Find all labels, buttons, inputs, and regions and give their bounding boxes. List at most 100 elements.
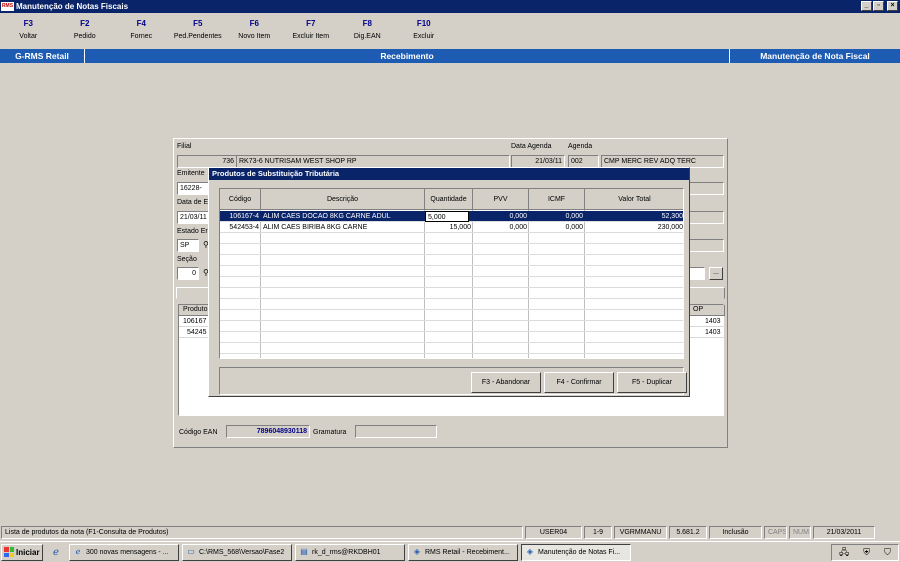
gramatura-label: Gramatura (313, 429, 347, 436)
confirmar-button[interactable]: F4 - Confirmar (544, 372, 614, 393)
data-extra-field (689, 211, 724, 224)
task-label: RMS Retail - Recebiment... (425, 548, 510, 556)
fkey-label: Excluir Item (292, 33, 330, 40)
abandonar-button[interactable]: F3 - Abandonar (471, 372, 541, 393)
col-header-codigo[interactable]: Código (220, 189, 261, 210)
table-row[interactable] (220, 277, 683, 288)
table-row[interactable] (220, 299, 683, 310)
fkey-key: F8 (362, 19, 372, 28)
cell-codigo: 542453-4 (229, 224, 259, 231)
status-user: USER04 (525, 525, 582, 539)
table-row[interactable] (220, 266, 683, 277)
fkey-key: F5 (193, 19, 203, 28)
gramatura-field[interactable] (355, 425, 437, 438)
task-manutencao[interactable]: ◈ Manutenção de Notas Fi... (521, 543, 631, 561)
cell-pvv: 0,000 (509, 224, 527, 231)
codigo-ean-field[interactable]: 7896048930118 (226, 425, 310, 438)
fkey-label: Excluir (413, 33, 435, 40)
duplicar-button[interactable]: F5 - Duplicar (617, 372, 687, 393)
status-caps: CAPS (764, 525, 787, 539)
window-title-bar: RMS Manutenção de Notas Fiscais _ ▫ × (0, 0, 900, 13)
cell-valor-total: 230,000 (657, 224, 683, 231)
grid-header-cfop: OP (689, 305, 725, 316)
maximize-button[interactable]: ▫ (873, 1, 884, 11)
task-label: 300 novas mensagens - ... (86, 548, 169, 556)
col-header-valor-total[interactable]: Valor Total (585, 189, 683, 210)
table-row[interactable] (220, 233, 683, 244)
start-button[interactable]: Iniciar (1, 543, 43, 561)
band-module: Recebimento (380, 51, 434, 61)
secao-field[interactable]: 0 (177, 267, 199, 280)
cell-quantidade: 15,000 (449, 224, 471, 231)
rms-icon: ◈ (413, 547, 421, 556)
estado-field[interactable]: SP (177, 239, 199, 252)
fkey-key: F7 (306, 19, 316, 28)
task-explorer[interactable]: ▭ C:\RMS_568\Versao\Fase2 (182, 543, 292, 561)
folder-icon: ▭ (187, 547, 195, 556)
system-tray: 🖧 ⛨ ⛉ (831, 544, 899, 561)
database-icon: ▤ (300, 547, 308, 556)
band-app-name: G-RMS Retail (0, 49, 85, 63)
dialog-title: Produtos de Substituição Tributária (209, 168, 689, 180)
fkey-label: Novo Item (238, 33, 271, 40)
col-header-icmf[interactable]: ICMF (529, 189, 585, 210)
fkey-label: Ped.Pendentes (173, 33, 222, 40)
fkey-novo-item[interactable]: F6 Novo Item (226, 15, 283, 47)
ie-icon: ℯ (75, 547, 81, 556)
table-row[interactable] (220, 288, 683, 299)
cell-pvv: 0,000 (509, 213, 527, 220)
fkey-excluir-item[interactable]: F7 Excluir Item (283, 15, 340, 47)
shield-icon[interactable]: ⛨ (863, 547, 870, 558)
fkey-excluir[interactable]: F10 Excluir (396, 15, 453, 47)
fkey-label: Dig.EAN (353, 33, 381, 40)
quantidade-edit-input[interactable]: 5,000 (425, 211, 469, 222)
fkey-voltar[interactable]: F3 Voltar (0, 15, 57, 47)
filial-label: Filial (177, 143, 192, 150)
fkey-pedido[interactable]: F2 Pedido (57, 15, 114, 47)
fkey-ped-pendentes[interactable]: F5 Ped.Pendentes (170, 15, 227, 47)
table-row[interactable] (220, 321, 683, 332)
products-grid[interactable]: Código Descrição Quantidade PVV ICMF Val… (219, 188, 684, 359)
task-label: rk_d_rms@RKDBH01 (312, 548, 381, 556)
fkey-fornec[interactable]: F4 Fornec (113, 15, 170, 47)
header-band: G-RMS Retail Recebimento Manutenção de N… (0, 49, 900, 63)
status-bar: Lista de produtos da nota (F1-Consulta d… (0, 525, 900, 539)
secao-extra-field[interactable] (689, 267, 705, 280)
status-mode: Inclusão (709, 525, 762, 539)
status-program: VGRMMANU (614, 525, 667, 539)
app-icon: RMS (1, 2, 14, 11)
ie-quicklaunch-icon[interactable]: ℯ (43, 544, 69, 561)
minimize-button[interactable]: _ (861, 1, 872, 11)
col-header-pvv[interactable]: PVV (473, 189, 529, 210)
table-row[interactable] (220, 310, 683, 321)
close-button[interactable]: × (887, 1, 898, 11)
security-icon[interactable]: ⛉ (884, 547, 891, 558)
dialog-button-bar (219, 367, 684, 395)
ellipsis-button[interactable]: ... (709, 267, 723, 280)
band-screen-name: Manutenção de Nota Fiscal (729, 49, 900, 63)
grid-cell-cfop: 1403 (705, 318, 721, 325)
table-row[interactable]: 106167-4 ALIM CAES DOCAO 8KG CARNE ADUL … (220, 211, 683, 222)
cell-icmf: 0,000 (565, 224, 583, 231)
table-row[interactable] (220, 244, 683, 255)
table-row[interactable] (220, 332, 683, 343)
network-icon[interactable]: 🖧 (839, 545, 849, 561)
col-header-quantidade[interactable]: Quantidade (425, 189, 473, 210)
task-outlook[interactable]: ℯ 300 novas mensagens - ... (69, 543, 179, 561)
status-version: 5.681.2 (669, 525, 707, 539)
fkey-dig-ean[interactable]: F8 Dig.EAN (339, 15, 396, 47)
fkey-label: Fornec (130, 33, 153, 40)
task-database[interactable]: ▤ rk_d_rms@RKDBH01 (295, 543, 405, 561)
cell-valor-total: 52,300 (661, 213, 683, 220)
table-row[interactable] (220, 255, 683, 266)
taskbar: Iniciar ℯ ℯ 300 novas mensagens - ... ▭ C:… (0, 541, 900, 562)
data-entrada-field[interactable]: 21/03/11 (177, 211, 211, 224)
col-header-descricao[interactable]: Descrição (261, 189, 425, 210)
task-rms-recebimento[interactable]: ◈ RMS Retail - Recebiment... (408, 543, 518, 561)
fkey-key: F3 (23, 19, 33, 28)
codigo-ean-label: Código EAN (179, 429, 218, 436)
table-row[interactable]: 542453-4 ALIM CAES BIRIBA 8KG CARNE 15,0… (220, 222, 683, 233)
task-label: C:\RMS_568\Versao\Fase2 (199, 548, 285, 556)
emitente-field[interactable]: 16228- (177, 182, 211, 195)
table-row[interactable] (220, 343, 683, 354)
